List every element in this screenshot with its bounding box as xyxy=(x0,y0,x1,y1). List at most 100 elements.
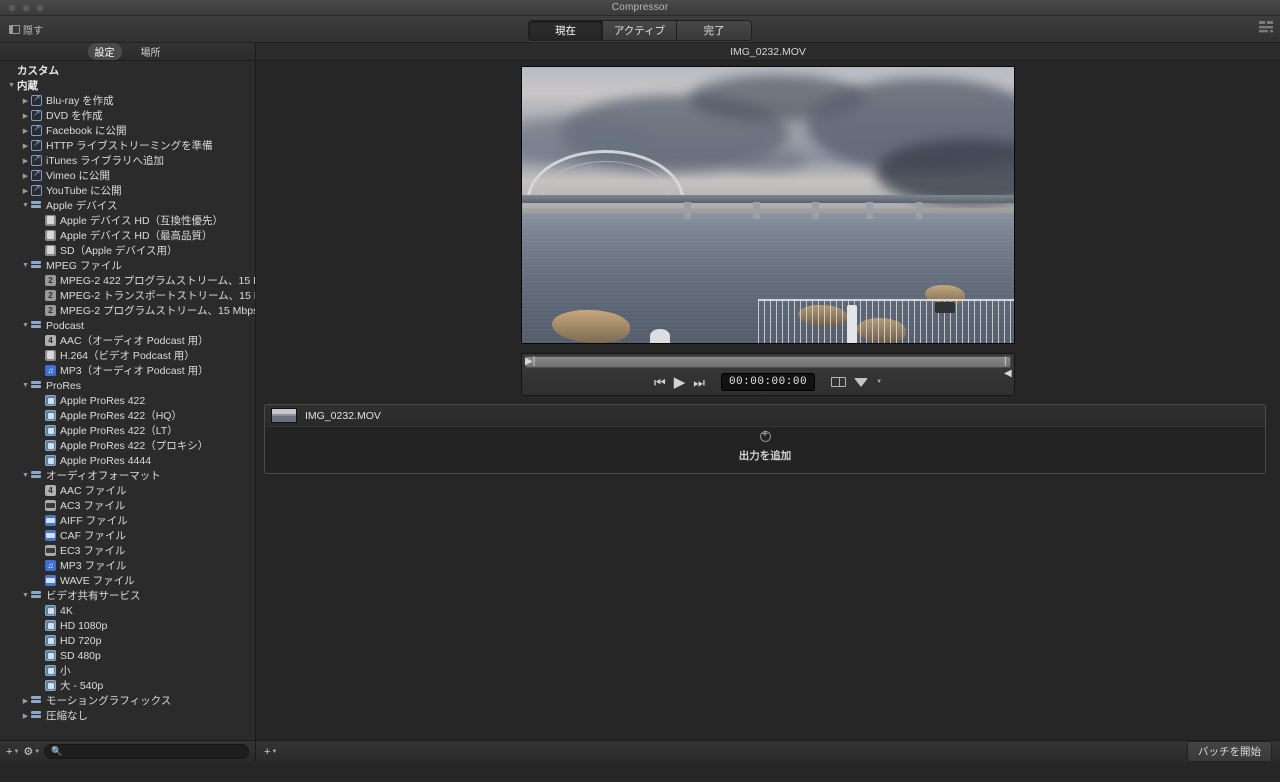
sidebar-item[interactable]: Apple ProRes 4444 xyxy=(0,453,255,468)
right-pane: IMG_0232.MOV xyxy=(256,43,1280,762)
sidebar-item[interactable]: iTunes ライブラリへ追加 xyxy=(0,153,255,168)
plus-icon: + xyxy=(6,746,12,758)
sidebar-item[interactable]: ProRes xyxy=(0,378,255,393)
sidebar-item[interactable]: ♫MP3（オーディオ Podcast 用） xyxy=(0,363,255,378)
sidebar-item[interactable]: 大 - 540p xyxy=(0,678,255,693)
grp-icon xyxy=(31,695,42,706)
sidebar-item[interactable]: 内蔵 xyxy=(0,78,255,93)
video-preview[interactable] xyxy=(521,66,1015,344)
search-field[interactable]: 🔍 xyxy=(44,744,249,759)
sidebar-item[interactable]: YouTube に公開 xyxy=(0,183,255,198)
disclosure-triangle-icon[interactable] xyxy=(20,172,31,180)
prores-icon xyxy=(45,680,56,691)
disclosure-triangle-icon[interactable] xyxy=(20,697,31,705)
skip-to-start-icon[interactable]: ⏮ xyxy=(654,376,666,389)
add-setting-button[interactable]: +▼ xyxy=(6,746,19,758)
disclosure-triangle-icon[interactable] xyxy=(20,202,31,209)
disclosure-triangle-icon[interactable] xyxy=(20,157,31,165)
split-view-icon[interactable] xyxy=(831,377,846,387)
sidebar-item[interactable]: SD（Apple デバイス用） xyxy=(0,243,255,258)
sidebar-item-label: Blu-ray を作成 xyxy=(46,93,114,108)
sidebar-item[interactable]: Blu-ray を作成 xyxy=(0,93,255,108)
sidebar-item[interactable]: 4K xyxy=(0,603,255,618)
timecode-display[interactable]: 00:00:00:00 xyxy=(721,373,815,391)
sidebar-item[interactable]: 4AAC ファイル xyxy=(0,483,255,498)
play-icon[interactable]: ▶ xyxy=(674,375,686,390)
sidebar-item[interactable]: SD 480p xyxy=(0,648,255,663)
disclosure-triangle-icon[interactable] xyxy=(20,127,31,135)
settings-sidebar: 設定 場所 カスタム内蔵Blu-ray を作成DVD を作成Facebook に… xyxy=(0,43,256,762)
sidebar-item[interactable]: HD 720p xyxy=(0,633,255,648)
settings-action-button[interactable]: ⚙▼ xyxy=(23,745,40,758)
sidebar-item[interactable]: 2MPEG-2 422 プログラムストリーム、15 Mbps xyxy=(0,273,255,288)
scrubber-bar[interactable]: ▶| |◀ xyxy=(525,356,1011,368)
disclosure-triangle-icon[interactable] xyxy=(20,472,31,479)
disclosure-triangle-icon[interactable] xyxy=(20,142,31,150)
tab-current[interactable]: 現在 xyxy=(529,21,603,40)
in-point-icon[interactable]: ▶| xyxy=(525,356,532,368)
plus-icon: + xyxy=(264,746,270,758)
sidebar-item[interactable]: Apple ProRes 422（HQ） xyxy=(0,408,255,423)
disclosure-triangle-icon[interactable] xyxy=(6,82,17,89)
sidebar-item[interactable]: 4AAC（オーディオ Podcast 用） xyxy=(0,333,255,348)
search-input[interactable] xyxy=(65,746,242,757)
sidebar-item[interactable]: EC3 ファイル xyxy=(0,543,255,558)
sidebar-item[interactable]: MPEG ファイル xyxy=(0,258,255,273)
sidebar-tabs[interactable]: 設定 場所 xyxy=(0,43,255,61)
marker-dropdown-icon[interactable] xyxy=(854,378,868,387)
view-mode-tabs[interactable]: 現在 アクティブ 完了 xyxy=(528,20,752,41)
sidebar-item[interactable]: H.264（ビデオ Podcast 用） xyxy=(0,348,255,363)
add-output-button[interactable]: 出力を追加 xyxy=(265,431,1265,463)
add-job-button[interactable]: +▼ xyxy=(264,746,277,758)
skip-to-end-icon[interactable]: ⏭ xyxy=(693,376,705,389)
disclosure-triangle-icon[interactable] xyxy=(20,382,31,389)
sidebar-item-label: ProRes xyxy=(46,380,81,392)
sidebar-item[interactable]: Apple デバイス xyxy=(0,198,255,213)
sidebar-item[interactable]: Apple デバイス HD（最高品質） xyxy=(0,228,255,243)
sidebar-item[interactable]: AIFF ファイル xyxy=(0,513,255,528)
disclosure-triangle-icon[interactable] xyxy=(20,112,31,120)
batch-list[interactable]: IMG_0232.MOV 出力を追加 xyxy=(264,404,1266,474)
sidebar-item[interactable]: 小 xyxy=(0,663,255,678)
sidebar-item[interactable]: 2MPEG-2 トランスポートストリーム、15 Mbps xyxy=(0,288,255,303)
aud-icon xyxy=(45,530,56,541)
sidebar-item[interactable]: DVD を作成 xyxy=(0,108,255,123)
start-batch-button[interactable]: バッチを開始 xyxy=(1187,741,1272,762)
sidebar-item[interactable]: HTTP ライブストリーミングを準備 xyxy=(0,138,255,153)
sidebar-item[interactable]: ビデオ共有サービス xyxy=(0,588,255,603)
sidebar-item[interactable]: Apple ProRes 422（プロキシ） xyxy=(0,438,255,453)
disclosure-triangle-icon[interactable] xyxy=(20,187,31,195)
table-row[interactable]: IMG_0232.MOV xyxy=(265,405,1265,427)
sidebar-item-label: オーディオフォーマット xyxy=(46,468,161,483)
sidebar-tab-settings[interactable]: 設定 xyxy=(88,43,122,60)
hide-sidebar-button[interactable]: 隠す xyxy=(6,20,46,39)
sidebar-item[interactable]: CAF ファイル xyxy=(0,528,255,543)
disclosure-triangle-icon[interactable] xyxy=(20,712,31,720)
settings-tree[interactable]: カスタム内蔵Blu-ray を作成DVD を作成Facebook に公開HTTP… xyxy=(0,61,255,740)
tab-completed[interactable]: 完了 xyxy=(677,21,751,40)
sidebar-item[interactable]: 圧縮なし xyxy=(0,708,255,723)
sidebar-item[interactable]: AC3 ファイル xyxy=(0,498,255,513)
sidebar-item[interactable]: 2MPEG-2 プログラムストリーム、15 Mbps xyxy=(0,303,255,318)
sidebar-item[interactable]: オーディオフォーマット xyxy=(0,468,255,483)
out-point-icon[interactable]: |◀ xyxy=(1004,356,1011,368)
sidebar-item[interactable]: WAVE ファイル xyxy=(0,573,255,588)
sidebar-item[interactable]: モーショングラフィックス xyxy=(0,693,255,708)
disclosure-triangle-icon[interactable] xyxy=(20,97,31,105)
chevron-down-icon: ▼ xyxy=(34,749,40,755)
sidebar-item[interactable]: Apple ProRes 422 xyxy=(0,393,255,408)
disclosure-triangle-icon[interactable] xyxy=(20,262,31,269)
sidebar-item[interactable]: Apple デバイス HD（互換性優先） xyxy=(0,213,255,228)
sidebar-item[interactable]: カスタム xyxy=(0,63,255,78)
sidebar-item[interactable]: ♫MP3 ファイル xyxy=(0,558,255,573)
sidebar-item[interactable]: Vimeo に公開 xyxy=(0,168,255,183)
sidebar-item[interactable]: Facebook に公開 xyxy=(0,123,255,138)
inspector-toggle-button[interactable] xyxy=(1258,20,1274,37)
disclosure-triangle-icon[interactable] xyxy=(20,592,31,599)
sidebar-tab-locations[interactable]: 場所 xyxy=(134,43,168,60)
tab-active[interactable]: アクティブ xyxy=(603,21,677,40)
sidebar-item[interactable]: Podcast xyxy=(0,318,255,333)
sidebar-item[interactable]: HD 1080p xyxy=(0,618,255,633)
sidebar-item[interactable]: Apple ProRes 422（LT） xyxy=(0,423,255,438)
disclosure-triangle-icon[interactable] xyxy=(20,322,31,329)
